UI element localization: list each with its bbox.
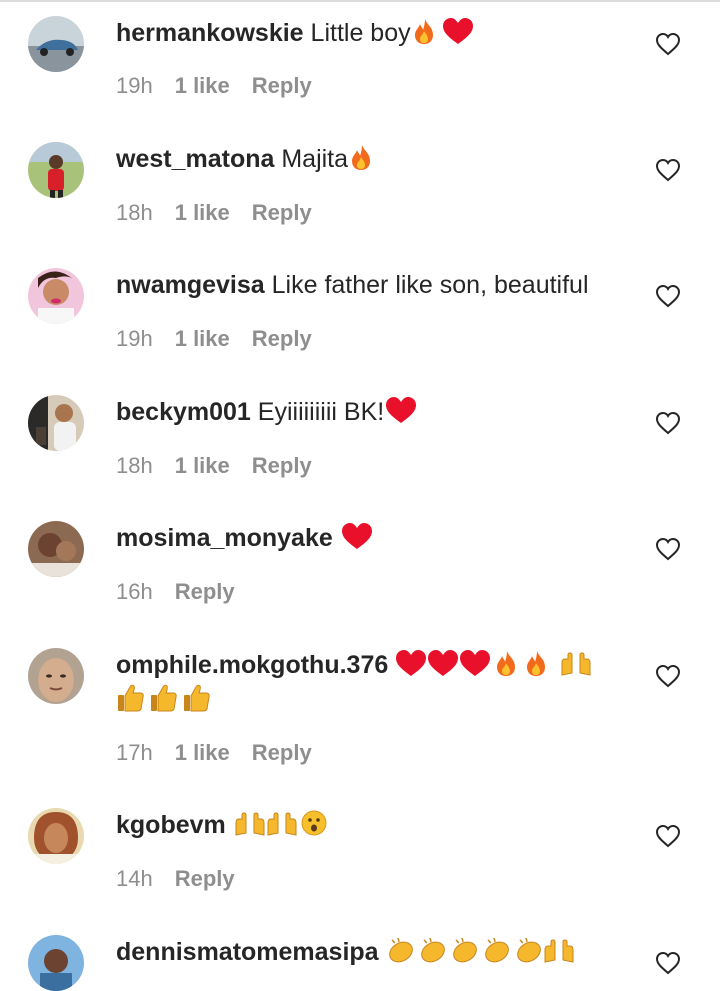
fire-icon: [497, 651, 516, 676]
avatar[interactable]: [28, 268, 84, 324]
raising-hands-icon: [267, 812, 297, 836]
thumbs-up-icon: [118, 684, 144, 712]
comment-time: 14h: [116, 866, 153, 891]
reply-button[interactable]: Reply: [252, 740, 312, 765]
reply-button[interactable]: Reply: [252, 326, 312, 351]
emoji-strip: [348, 143, 376, 171]
like-heart-icon[interactable]: [655, 32, 681, 56]
raising-hands-icon: [561, 652, 591, 676]
avatar[interactable]: [28, 808, 84, 864]
comment-text: omphile.mokgothu.376: [116, 648, 636, 716]
red-heart-icon: [396, 650, 427, 676]
emoji-strip: [116, 683, 214, 712]
like-heart-icon[interactable]: [655, 537, 681, 561]
fire-icon: [527, 651, 546, 676]
emoji-strip: [233, 809, 329, 837]
clapping-hands-icon: [516, 937, 541, 963]
clapping-hands-icon: [452, 937, 477, 963]
like-heart-icon[interactable]: [655, 284, 681, 308]
avatar[interactable]: [28, 142, 84, 198]
comment-text: nwamgevisa Like father like son, beautif…: [116, 268, 636, 302]
comment-time: 16h: [116, 579, 153, 604]
avatar[interactable]: [28, 648, 84, 704]
comment-username[interactable]: omphile.mokgothu.376: [116, 651, 388, 679]
comment-text: kgobevm: [116, 808, 636, 842]
top-divider: [0, 0, 720, 2]
comment-body: Majita: [281, 145, 349, 173]
emoji-strip: [384, 396, 420, 424]
red-heart-icon: [442, 18, 473, 44]
comment-username[interactable]: dennismatomemasipa: [116, 938, 379, 966]
comment-time: 18h: [116, 453, 153, 478]
like-heart-icon[interactable]: [655, 664, 681, 688]
comment-username[interactable]: hermankowskie: [116, 19, 304, 47]
clapping-hands-icon: [484, 937, 509, 963]
comment-meta: 16h Reply: [116, 578, 235, 606]
comment-text: beckym001 Eyiiiiiiiii BK!: [116, 395, 636, 429]
comment-meta: 18h 1 like Reply: [116, 452, 312, 480]
comment-time: 18h: [116, 200, 153, 225]
comment-meta: 18h 1 like Reply: [116, 199, 312, 227]
emoji-strip: [340, 522, 376, 550]
likes-count[interactable]: 1 like: [175, 200, 230, 225]
fire-icon: [414, 19, 433, 44]
comment-text: mosima_monyake: [116, 521, 636, 555]
reply-button[interactable]: Reply: [252, 200, 312, 225]
comment-time: 17h: [116, 740, 153, 765]
comment-meta: 19h 1 like Reply: [116, 325, 312, 353]
red-heart-icon: [460, 650, 491, 676]
comment-username[interactable]: mosima_monyake: [116, 524, 333, 552]
reply-button[interactable]: Reply: [252, 453, 312, 478]
like-heart-icon[interactable]: [655, 951, 681, 975]
reply-button[interactable]: Reply: [175, 866, 235, 891]
comment-text: dennismatomemasipa: [116, 935, 636, 969]
comment-text: west_matona Majita: [116, 142, 636, 176]
reply-button[interactable]: Reply: [252, 73, 312, 98]
fire-icon: [352, 145, 371, 170]
like-heart-icon[interactable]: [655, 824, 681, 848]
comment-meta: 14h Reply: [116, 865, 235, 893]
comment-username[interactable]: kgobevm: [116, 811, 226, 839]
avatar[interactable]: [28, 16, 84, 72]
raising-hands-icon: [544, 939, 574, 963]
likes-count[interactable]: 1 like: [175, 740, 230, 765]
comment-username[interactable]: west_matona: [116, 145, 274, 173]
like-heart-icon[interactable]: [655, 411, 681, 435]
emoji-strip: [395, 649, 593, 677]
clapping-hands-icon: [388, 937, 413, 963]
comment-meta: 19h 1 like Reply: [116, 72, 312, 100]
likes-count[interactable]: 1 like: [175, 453, 230, 478]
like-heart-icon[interactable]: [655, 158, 681, 182]
likes-count[interactable]: 1 like: [175, 73, 230, 98]
likes-count[interactable]: 1 like: [175, 326, 230, 351]
comment-time: 19h: [116, 326, 153, 351]
thumbs-up-icon: [184, 684, 210, 712]
thumbs-up-icon: [151, 684, 177, 712]
clapping-hands-icon: [420, 937, 445, 963]
comment-meta: 17h 1 like Reply: [116, 739, 312, 767]
emoji-strip: [411, 17, 477, 45]
comment-username[interactable]: beckym001: [116, 398, 251, 426]
avatar[interactable]: [28, 395, 84, 451]
comment-body: Little boy: [310, 19, 411, 47]
comment-body: Like father like son, beautiful: [271, 271, 589, 299]
emoji-strip: [386, 936, 576, 964]
red-heart-icon: [428, 650, 459, 676]
comment-username[interactable]: nwamgevisa: [116, 271, 265, 299]
reply-button[interactable]: Reply: [175, 579, 235, 604]
comment-time: 19h: [116, 73, 153, 98]
avatar[interactable]: [28, 521, 84, 577]
hushed-face-icon: [301, 810, 327, 836]
raising-hands-icon: [235, 812, 265, 836]
red-heart-icon: [386, 397, 417, 423]
comment-body: Eyiiiiiiiii BK!: [257, 398, 385, 426]
red-heart-icon: [341, 523, 372, 549]
comment-text: hermankowskie Little boy: [116, 16, 636, 50]
